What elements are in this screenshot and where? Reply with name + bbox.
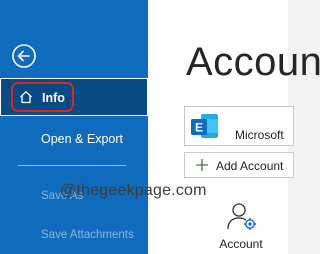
- account-card[interactable]: E Microsoft: [184, 106, 294, 146]
- svg-text:E: E: [195, 121, 203, 135]
- plus-icon: [195, 158, 209, 172]
- info-highlight-box: [11, 82, 74, 112]
- sidebar-item-label: Open & Export: [41, 132, 123, 146]
- add-account-button[interactable]: Add Account: [184, 152, 294, 178]
- exchange-icon: E: [190, 111, 220, 141]
- page-title: Account: [186, 40, 320, 84]
- sidebar-item-open-export[interactable]: Open & Export: [0, 120, 148, 158]
- main-panel: Account E Microsoft Add Account Account: [148, 0, 320, 254]
- account-settings-button[interactable]: Account: [212, 190, 270, 254]
- sidebar-item-info[interactable]: Info: [0, 78, 148, 116]
- sidebar-item-label: Save Attachments: [41, 229, 134, 241]
- sidebar-divider: [18, 165, 126, 166]
- account-name: Microsoft: [235, 128, 284, 142]
- account-settings-label: Account: [219, 237, 263, 251]
- back-arrow-circle-icon: [12, 44, 36, 68]
- watermark-text: @thegeekpage.com: [60, 182, 207, 199]
- back-button[interactable]: [10, 42, 38, 70]
- backstage-sidebar: Info Open & Export Save As Save Attachme…: [0, 0, 148, 254]
- account-settings-icon: [226, 200, 258, 232]
- sidebar-item-save-attachments[interactable]: Save Attachments: [0, 216, 148, 254]
- add-account-label: Add Account: [216, 159, 284, 173]
